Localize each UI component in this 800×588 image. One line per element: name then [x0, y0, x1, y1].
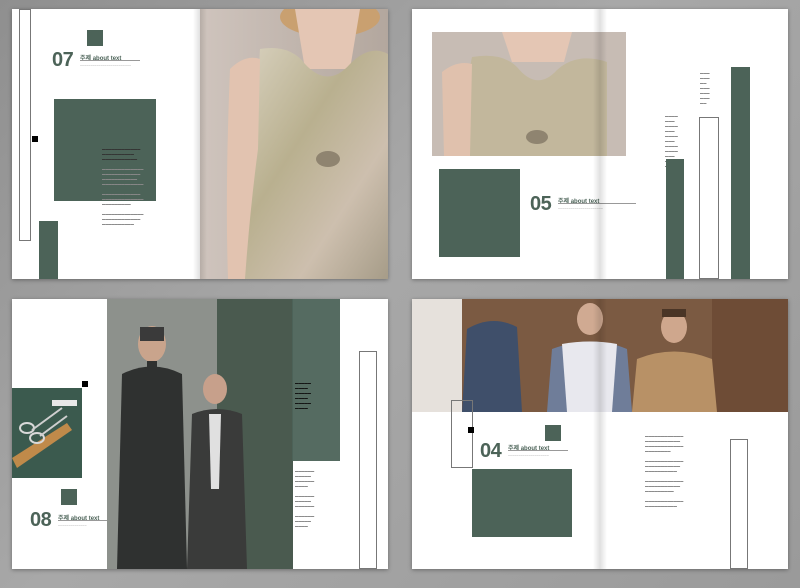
section-number: 05 — [530, 193, 552, 215]
green-bar — [39, 221, 58, 279]
page-gutter — [593, 299, 607, 569]
body-text-block: ▬▬▬▬▬▬▬▬▬▬▬▬ ▬▬▬▬▬▬▬▬▬▬ ▬▬▬▬▬▬▬▬▬▬▬ ▬▬▬▬▬▬… — [102, 147, 144, 226]
green-square-small — [61, 489, 77, 505]
section-number: 07 — [52, 49, 74, 71]
outline-bar — [19, 9, 31, 241]
section-number: 08 — [30, 509, 52, 531]
green-square-small — [87, 30, 103, 46]
body-text-block: ▬▬▬▬▬ ▬▬▬▬ ▬▬▬▬▬ ▬▬▬▬ ▬▬▬▬▬ ▬▬▬▬ — [295, 381, 311, 410]
green-block-large — [472, 469, 572, 537]
spread-bottom-right: 04 주제 about text ~~~~~~~~~~~~~~~~~~~~ ▬▬… — [412, 299, 788, 569]
fashion-photo-dress — [200, 9, 388, 279]
page-gutter — [193, 9, 207, 279]
body-text-block: ▬▬▬▬▬▬▬▬▬▬▬▬▬▬▬▬▬▬▬▬▬▬▬▬▬▬▬▬▬▬▬▬▬▬▬▬▬▬▬▬… — [645, 434, 684, 508]
tailoring-tools-photo — [12, 388, 82, 478]
section-number: 04 — [480, 440, 502, 462]
outline-vertical-bar — [359, 351, 377, 569]
green-block-square — [439, 169, 520, 257]
green-square-small — [545, 425, 561, 441]
divider-line — [508, 450, 568, 451]
black-marker — [82, 381, 88, 387]
black-marker — [32, 136, 38, 142]
body-text-column: ▬▬▬ ▬▬▬ ▬▬ ▬▬▬ ▬▬▬ ▬▬▬ ▬▬ — [700, 71, 710, 105]
divider-line — [80, 60, 140, 61]
divider-line — [58, 520, 108, 521]
outline-vertical-bar — [730, 439, 748, 569]
caption-text: ~~~~~~~~~~~~~~~~~~~~ — [508, 454, 549, 458]
green-vertical-bar — [666, 159, 684, 279]
spread-top-left: 07 주제 about text ~~~~~~~~~~~~~~~~~~~~~~~… — [12, 9, 388, 279]
black-marker — [468, 427, 474, 433]
body-text-block: ▬▬▬▬▬▬▬▬▬▬▬▬▬▬▬▬▬▬▬▬▬▬▬▬▬▬▬▬▬▬▬▬▬▬▬▬▬▬▬▬… — [295, 469, 315, 528]
caption-text: ~~~~~~~~~~~~~~ — [58, 524, 87, 528]
caption-text: ~~~~~~~~~~~~~~~~~~~~~~~~~ — [80, 64, 132, 68]
page-gutter — [593, 9, 607, 279]
outline-vertical-bar — [699, 117, 719, 279]
outline-box — [451, 400, 473, 468]
green-vertical-bar-tall — [731, 67, 750, 279]
spread-bottom-left: 08 주제 about text ~~~~~~~~~~~~~~ ▬▬▬▬▬ ▬▬▬… — [12, 299, 388, 569]
spread-top-right: 05 주제 about text ~~~~~~~~~~~~~~~~~~~~~~ … — [412, 9, 788, 279]
suit-models-photo — [107, 299, 293, 569]
